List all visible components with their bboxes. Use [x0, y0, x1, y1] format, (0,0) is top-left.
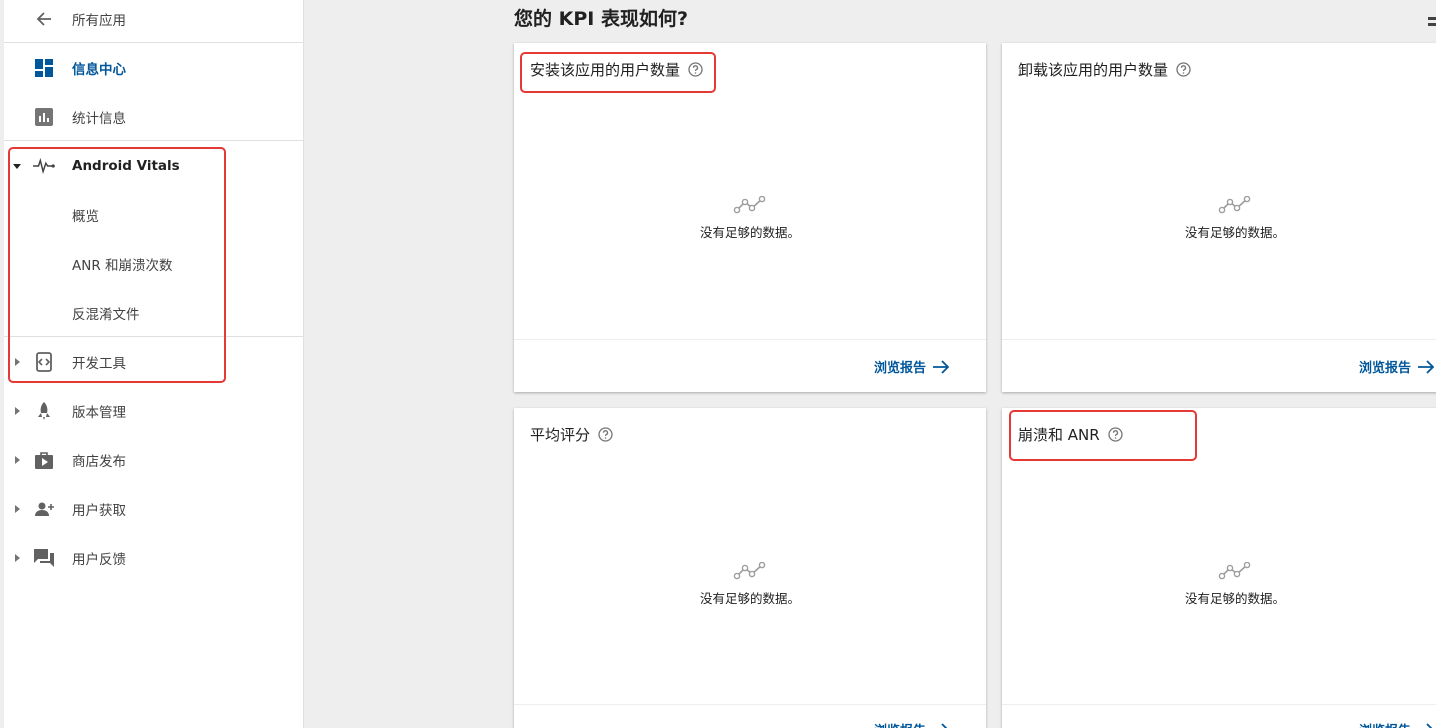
line-chart-icon [733, 195, 767, 218]
sidebar-item-acquisition[interactable]: 用户获取 [4, 484, 304, 533]
sidebar-item-all-apps[interactable]: 所有应用 [4, 0, 304, 43]
sidebar-item-label: Android Vitals [72, 157, 180, 174]
card-divider [514, 339, 986, 340]
card-title-text: 卸载该应用的用户数量 [1018, 61, 1169, 79]
sidebar-item-label: ANR 和崩溃次数 [72, 257, 173, 274]
sidebar-item-feedback[interactable]: 用户反馈 [4, 533, 304, 582]
rocket-icon [33, 400, 55, 422]
more-icon[interactable] [1428, 12, 1436, 26]
arrow-right-icon [1426, 722, 1433, 728]
sidebar-item-label: 商店发布 [72, 453, 126, 470]
card-title: 平均评分 [530, 424, 613, 445]
sidebar-item-label: 信息中心 [72, 61, 126, 78]
line-chart-icon [733, 561, 767, 584]
card-title-text: 崩溃和 ANR [1018, 426, 1100, 444]
sidebar-item-release[interactable]: 版本管理 [4, 386, 304, 435]
help-circle-icon[interactable] [688, 62, 703, 77]
empty-message: 没有足够的数据。 [699, 225, 800, 240]
caret-right-icon [12, 455, 22, 465]
view-report-label: 浏览报告 [1359, 720, 1411, 728]
sidebar-item-label: 用户反馈 [72, 551, 126, 568]
card-title-text: 安装该应用的用户数量 [530, 61, 681, 79]
card-title: 卸载该应用的用户数量 [1018, 59, 1191, 80]
line-chart-icon [1218, 195, 1252, 218]
view-report-label: 浏览报告 [873, 361, 926, 376]
view-report-link[interactable]: 浏览报告 [874, 720, 950, 728]
store-play-icon [33, 449, 55, 471]
arrow-right-icon [933, 359, 950, 374]
sidebar-item-label: 概览 [72, 208, 99, 225]
app-root: 所有应用 信息中心 统计信息 Android Vitals 概览 ANR 和崩溃… [0, 0, 1436, 728]
kpi-card-installs: 安装该应用的用户数量 没有足够的数据。 浏览报告 [514, 43, 986, 392]
caret-down-icon [12, 161, 22, 171]
code-braces-icon [33, 351, 55, 373]
chat-icon [33, 547, 55, 569]
view-report-link[interactable]: 浏览报告 [1359, 720, 1435, 728]
line-chart-icon [1218, 561, 1252, 584]
view-report-link[interactable]: 浏览报告 [874, 357, 950, 376]
sidebar-item-android-vitals[interactable]: Android Vitals [4, 141, 304, 190]
kpi-card-rating: 平均评分 没有足够的数据。 浏览报告 [514, 408, 986, 728]
sidebar-item-dashboard[interactable]: 信息中心 [4, 43, 304, 92]
page-title: 您的 KPI 表现如何? [514, 8, 688, 30]
view-report-label: 浏览报告 [1359, 361, 1412, 376]
caret-right-icon [12, 357, 22, 367]
caret-right-icon [12, 406, 22, 416]
pulse-icon [33, 155, 55, 177]
sidebar-item-label: 开发工具 [72, 355, 126, 372]
sidebar-item-label: 所有应用 [72, 12, 126, 29]
sidebar-item-label: 统计信息 [72, 110, 126, 127]
empty-state: 没有足够的数据。 [1002, 195, 1436, 241]
sidebar-item-label: 用户获取 [72, 502, 126, 519]
sidebar-item-dev-tools[interactable]: 开发工具 [4, 337, 304, 386]
sidebar-item-label: 反混淆文件 [72, 306, 140, 323]
card-divider [514, 704, 986, 705]
view-report-label: 浏览报告 [874, 720, 926, 728]
sidebar-item-vitals-overview[interactable]: 概览 [4, 190, 304, 239]
sidebar-item-store[interactable]: 商店发布 [4, 435, 304, 484]
empty-message: 没有足够的数据。 [1184, 225, 1285, 240]
help-circle-icon[interactable] [1176, 62, 1191, 77]
arrow-left-icon [33, 8, 55, 30]
view-report-link[interactable]: 浏览报告 [1359, 357, 1435, 376]
kpi-card-crashes-anr: 崩溃和 ANR 没有足够的数据。 浏览报告 [1002, 408, 1436, 728]
caret-right-icon [12, 553, 22, 563]
sidebar-item-deobfuscation[interactable]: 反混淆文件 [4, 288, 304, 337]
help-circle-icon[interactable] [1108, 427, 1123, 442]
add-user-icon [33, 498, 55, 520]
empty-message: 没有足够的数据。 [1184, 591, 1285, 606]
arrow-right-icon [1418, 359, 1435, 374]
empty-state: 没有足够的数据。 [514, 195, 986, 241]
card-divider [1002, 704, 1436, 705]
sidebar-item-statistics[interactable]: 统计信息 [4, 92, 304, 141]
kpi-card-uninstalls: 卸载该应用的用户数量 没有足够的数据。 浏览报告 [1002, 43, 1436, 392]
sidebar-item-label: 版本管理 [72, 404, 126, 421]
card-divider [1002, 339, 1436, 340]
card-title: 崩溃和 ANR [1018, 424, 1123, 445]
help-circle-icon[interactable] [598, 427, 613, 442]
dashboard-icon [33, 57, 55, 79]
empty-message: 没有足够的数据。 [699, 591, 800, 606]
sidebar-item-anr-crashes[interactable]: ANR 和崩溃次数 [4, 239, 304, 288]
card-title-text: 平均评分 [530, 426, 591, 444]
caret-right-icon [12, 504, 22, 514]
bar-chart-icon [33, 106, 55, 128]
empty-state: 没有足够的数据。 [1002, 561, 1436, 607]
arrow-right-icon [941, 722, 948, 728]
sidebar: 所有应用 信息中心 统计信息 Android Vitals 概览 ANR 和崩溃… [4, 0, 304, 728]
card-title: 安装该应用的用户数量 [530, 59, 703, 80]
empty-state: 没有足够的数据。 [514, 561, 986, 607]
